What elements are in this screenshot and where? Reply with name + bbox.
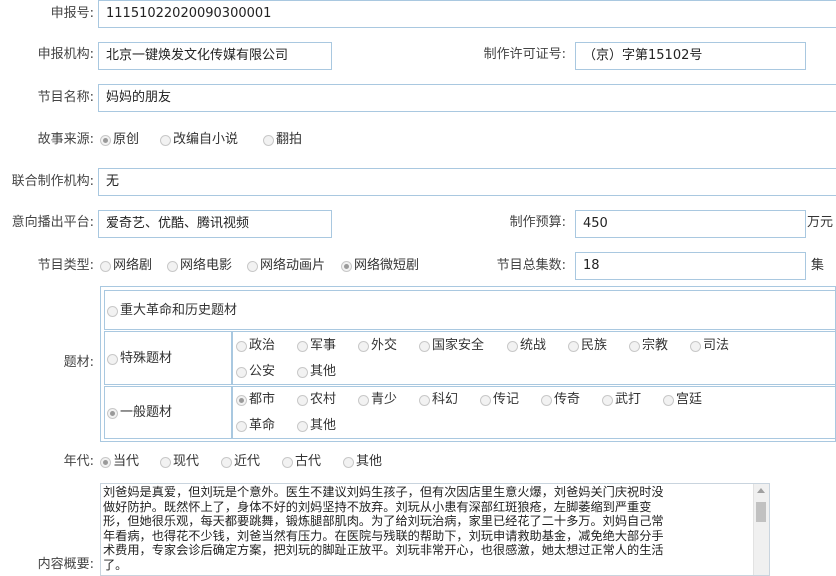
radio-icon [507, 340, 518, 352]
type-web-drama[interactable]: 网络剧 [100, 257, 152, 275]
co-producer-field[interactable]: 无 [98, 168, 836, 196]
program-type-label: 节目类型: [37, 258, 94, 273]
general-option[interactable]: 革命 [236, 417, 275, 435]
special-option[interactable]: 司法 [690, 337, 729, 355]
general-option[interactable]: 都市 [236, 391, 275, 409]
radio-icon [236, 340, 247, 352]
general-option[interactable]: 武打 [602, 391, 641, 409]
scroll-up-icon[interactable] [757, 488, 765, 493]
radio-icon [236, 366, 247, 378]
radio-icon [263, 134, 274, 146]
program-name-label: 节目名称: [37, 90, 94, 105]
era-other[interactable]: 其他 [343, 453, 382, 471]
budget-field[interactable]: 450 [575, 210, 806, 238]
summary-scrollbar[interactable] [753, 484, 769, 575]
summary-text: 刘爸妈是真爱，但刘玩是个意外。医生不建议刘妈生孩子，但有次因店里生意火爆，刘爸妈… [103, 485, 664, 572]
radio-icon [100, 456, 111, 468]
theme-general-radio[interactable]: 一般题材 [107, 404, 172, 422]
radio-icon [358, 394, 369, 406]
platform-field[interactable]: 爱奇艺、优酷、腾讯视频 [98, 210, 332, 238]
type-web-movie[interactable]: 网络电影 [167, 257, 232, 275]
general-option[interactable]: 宫廷 [663, 391, 702, 409]
radio-icon [160, 456, 171, 468]
license-label: 制作许可证号: [483, 47, 566, 62]
special-option[interactable]: 民族 [568, 337, 607, 355]
type-web-short-drama[interactable]: 网络微短剧 [341, 257, 419, 275]
budget-unit: 万元 [807, 215, 834, 230]
general-option[interactable]: 科幻 [419, 391, 458, 409]
radio-icon [100, 260, 111, 272]
radio-icon [236, 420, 247, 432]
co-producer-label: 联合制作机构: [11, 174, 94, 189]
scrollbar-thumb[interactable] [756, 502, 766, 522]
theme-special-radio[interactable]: 特殊题材 [107, 350, 172, 368]
general-option[interactable]: 传记 [480, 391, 519, 409]
summary-textarea[interactable]: 刘爸妈是真爱，但刘玩是个意外。医生不建议刘妈生孩子，但有次因店里生意火爆，刘爸妈… [100, 483, 770, 576]
radio-icon [568, 340, 579, 352]
story-source-original[interactable]: 原创 [100, 131, 139, 149]
story-source-novel[interactable]: 改编自小说 [160, 131, 238, 149]
radio-icon [297, 420, 308, 432]
radio-icon [541, 394, 552, 406]
radio-icon [663, 394, 674, 406]
radio-icon [602, 394, 613, 406]
report-no-field[interactable]: 11151022020090300001 [98, 0, 836, 28]
radio-icon [167, 260, 178, 272]
radio-icon [107, 305, 118, 317]
special-option[interactable]: 外交 [358, 337, 397, 355]
special-option[interactable]: 国家安全 [419, 337, 484, 355]
type-web-animation[interactable]: 网络动画片 [247, 257, 325, 275]
radio-icon [480, 394, 491, 406]
summary-label: 内容概要: [37, 557, 94, 572]
radio-icon [341, 260, 352, 272]
radio-icon [107, 353, 118, 365]
special-option[interactable]: 统战 [507, 337, 546, 355]
episodes-label: 节目总集数: [496, 258, 566, 273]
radio-icon [221, 456, 232, 468]
special-option[interactable]: 公安 [236, 363, 275, 381]
radio-icon [297, 394, 308, 406]
theme-label: 题材: [63, 355, 94, 370]
radio-icon [690, 340, 701, 352]
special-option[interactable]: 其他 [297, 363, 336, 381]
story-source-remake[interactable]: 翻拍 [263, 131, 302, 149]
budget-label: 制作预算: [509, 215, 566, 230]
license-field[interactable]: （京）字第15102号 [575, 42, 806, 70]
era-recent[interactable]: 近代 [221, 453, 260, 471]
radio-icon [282, 456, 293, 468]
radio-icon [247, 260, 258, 272]
org-label: 申报机构: [37, 47, 94, 62]
story-source-label: 故事来源: [37, 132, 94, 147]
special-option[interactable]: 宗教 [629, 337, 668, 355]
era-label: 年代: [63, 454, 94, 469]
radio-icon [160, 134, 171, 146]
radio-icon [107, 407, 118, 419]
radio-icon [419, 340, 430, 352]
org-field[interactable]: 北京一键焕发文化传媒有限公司 [98, 42, 332, 70]
radio-icon [297, 340, 308, 352]
episodes-field[interactable]: 18 [575, 252, 806, 280]
radio-icon [343, 456, 354, 468]
era-contemporary[interactable]: 当代 [100, 453, 139, 471]
program-name-field[interactable]: 妈妈的朋友 [98, 84, 836, 112]
era-modern[interactable]: 现代 [160, 453, 199, 471]
general-option[interactable]: 青少 [358, 391, 397, 409]
radio-icon [419, 394, 430, 406]
general-option[interactable]: 传奇 [541, 391, 580, 409]
radio-icon [629, 340, 640, 352]
theme-major-radio[interactable]: 重大革命和历史题材 [107, 302, 237, 320]
platform-label: 意向播出平台: [11, 215, 94, 230]
special-option[interactable]: 政治 [236, 337, 275, 355]
radio-icon [297, 366, 308, 378]
radio-icon [236, 394, 247, 406]
radio-icon [358, 340, 369, 352]
episodes-unit: 集 [811, 258, 825, 273]
special-option[interactable]: 军事 [297, 337, 336, 355]
radio-icon [100, 134, 111, 146]
general-option[interactable]: 农村 [297, 391, 336, 409]
general-option[interactable]: 其他 [297, 417, 336, 435]
era-ancient[interactable]: 古代 [282, 453, 321, 471]
report-no-label: 申报号: [50, 6, 94, 21]
